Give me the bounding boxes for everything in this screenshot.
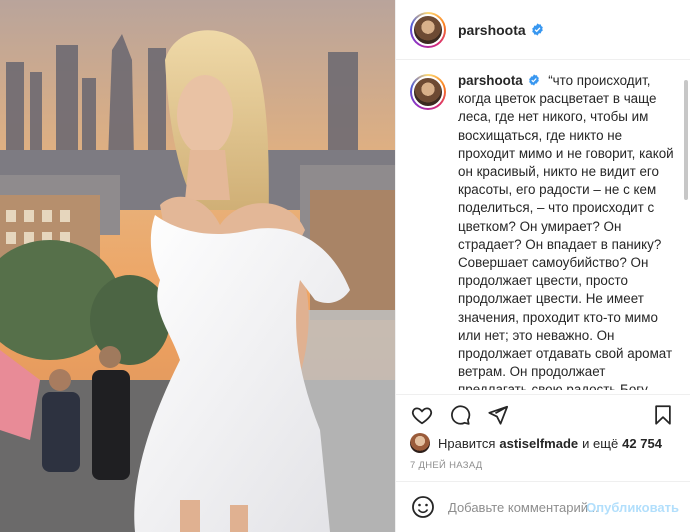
likes-count[interactable]: 42 754 — [622, 436, 662, 451]
share-button[interactable] — [486, 403, 510, 427]
verified-badge-icon — [531, 23, 543, 36]
likes-line: Нравится astiselfmade и ещё 42 754 — [410, 433, 662, 453]
caption-scrollbar[interactable] — [684, 80, 688, 200]
author-avatar[interactable] — [410, 11, 446, 48]
caption-body: “что происходит, когда цветок расцветает… — [458, 73, 674, 390]
post-side-panel: parshoota parshoota “что происходит, ког… — [395, 0, 690, 532]
like-button[interactable] — [410, 403, 434, 427]
caption-author-username[interactable]: parshoota — [458, 73, 523, 88]
comment-button[interactable] — [448, 403, 472, 427]
caption-comment: parshoota “что происходит, когда цветок … — [410, 72, 677, 390]
photo-illustration — [0, 0, 395, 532]
likes-conjunction: и ещё — [582, 435, 619, 451]
caption-text-block: parshoota “что происходит, когда цветок … — [458, 72, 677, 390]
verified-badge-icon — [529, 74, 540, 86]
save-button[interactable] — [651, 403, 675, 427]
author-username[interactable]: parshoota — [458, 22, 526, 38]
liker-username[interactable]: astiselfmade — [499, 436, 578, 451]
post-actions-bar — [396, 394, 690, 434]
caption-author-avatar[interactable] — [410, 74, 446, 110]
liker-avatar[interactable] — [410, 433, 430, 453]
add-comment-bar: Опубликовать — [396, 481, 690, 532]
post-header: parshoota — [396, 0, 690, 60]
comment-icon — [451, 404, 471, 425]
caption-scroll-area[interactable]: parshoota “что происходит, когда цветок … — [396, 72, 690, 390]
post-timestamp[interactable]: 7 дней назад — [410, 460, 483, 471]
paper-plane-icon — [488, 405, 509, 425]
likes-prefix: Нравится — [438, 435, 496, 451]
smiley-icon — [412, 496, 434, 518]
post-photo[interactable] — [0, 0, 395, 532]
bookmark-icon — [655, 404, 671, 425]
publish-comment-button[interactable]: Опубликовать — [586, 500, 679, 515]
instagram-post-modal: parshoota parshoota “что происходит, ког… — [0, 0, 690, 532]
emoji-button[interactable] — [410, 494, 436, 520]
heart-icon — [411, 407, 433, 424]
